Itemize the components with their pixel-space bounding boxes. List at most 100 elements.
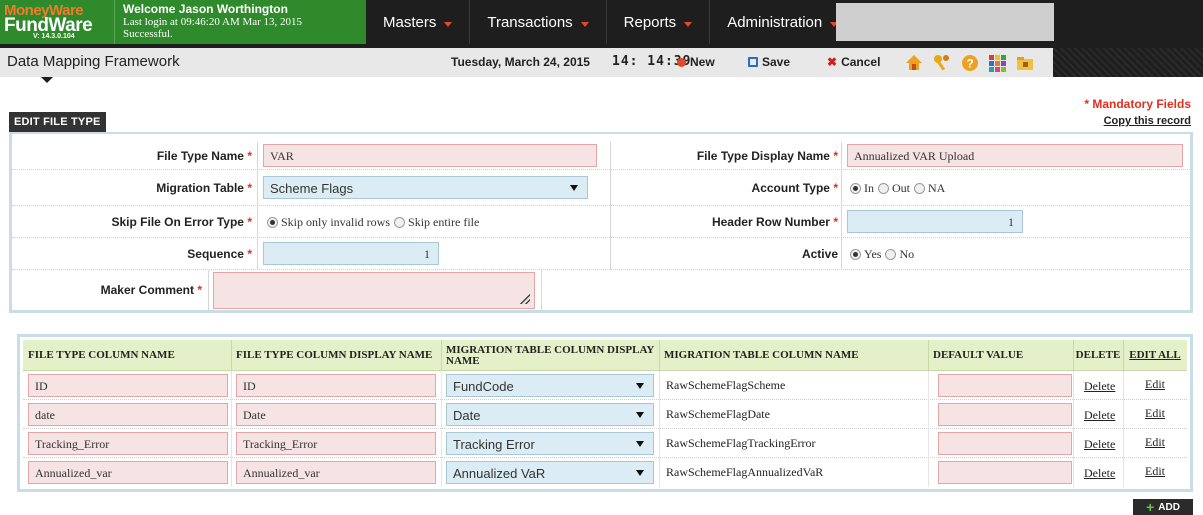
header-migration-table-column-name: MIGRATION TABLE COLUMN NAME xyxy=(664,349,859,361)
home-icon[interactable] xyxy=(904,53,924,73)
radio-unselected[interactable] xyxy=(394,217,406,228)
radio-unselected[interactable] xyxy=(878,183,889,194)
migration-table-label-text: Migration Table xyxy=(156,181,244,195)
column-divider xyxy=(441,371,442,400)
column-divider xyxy=(208,270,209,310)
skip-invalid-rows-option[interactable]: Skip only invalid rows xyxy=(267,215,390,230)
add-row-button[interactable]: + ADD xyxy=(1133,499,1193,515)
radio-unselected[interactable] xyxy=(914,183,925,194)
menu-administration-label: Administration xyxy=(727,13,823,31)
save-icon xyxy=(748,57,758,67)
column-divider xyxy=(231,400,232,429)
file-type-column-name-input[interactable]: Tracking_Error xyxy=(28,432,228,455)
new-button[interactable]: New xyxy=(677,55,715,69)
menu-masters[interactable]: Masters xyxy=(366,0,471,44)
migration-column-select[interactable]: FundCode xyxy=(446,374,654,397)
toolbar-filler xyxy=(1053,48,1203,77)
delete-link[interactable]: Delete xyxy=(1084,379,1115,394)
sequence-input[interactable]: 1 xyxy=(263,242,439,265)
file-type-column-display-name-input[interactable]: Tracking_Error xyxy=(236,432,436,455)
file-type-name-input[interactable]: VAR xyxy=(263,144,597,167)
form-row: Migration Table * Scheme Flags Account T… xyxy=(12,170,1190,206)
save-button[interactable]: Save xyxy=(748,55,790,69)
radio-unselected[interactable] xyxy=(885,249,897,260)
copy-record-link[interactable]: Copy this record xyxy=(1104,115,1191,127)
required-marker: * xyxy=(833,215,838,229)
account-type-label: Account Type * xyxy=(612,181,838,195)
file-type-column-name-input[interactable]: Annualized_var xyxy=(28,461,228,484)
delete-link[interactable]: Delete xyxy=(1084,408,1115,423)
edit-file-type-form: File Type Name * VAR File Type Display N… xyxy=(9,132,1193,313)
chevron-down-icon xyxy=(444,21,453,27)
column-divider xyxy=(1123,340,1124,371)
menu-reports[interactable]: Reports xyxy=(607,0,711,44)
edit-link[interactable]: Edit xyxy=(1145,435,1165,450)
migration-column-select[interactable]: Annualized VaR xyxy=(446,461,654,484)
delete-link[interactable]: Delete xyxy=(1084,466,1115,481)
default-value-input[interactable] xyxy=(938,461,1072,484)
cancel-button-label: Cancel xyxy=(841,55,881,69)
top-navigation-bar: MoneyWare FundWare V: 14.3.0.104 Welcome… xyxy=(0,0,1203,44)
default-value-input[interactable] xyxy=(938,374,1072,397)
account-type-na-option[interactable]: NA xyxy=(914,181,945,196)
file-type-column-display-name-input[interactable]: ID xyxy=(236,374,436,397)
column-divider xyxy=(659,458,660,487)
file-type-column-name-input[interactable]: ID xyxy=(28,374,228,397)
file-type-column-display-name-input[interactable]: Annualized_var xyxy=(236,461,436,484)
column-divider xyxy=(1073,340,1074,371)
file-type-name-label-text: File Type Name xyxy=(156,149,244,163)
column-divider xyxy=(231,340,232,371)
skip-file-on-error-label-text: Skip File On Error Type xyxy=(111,215,244,229)
maker-comment-textarea[interactable] xyxy=(213,272,535,309)
edit-link[interactable]: Edit xyxy=(1145,464,1165,479)
radio-selected[interactable] xyxy=(267,217,278,228)
table-row: date Date Date RawSchemeFlagDate Delete … xyxy=(23,400,1187,429)
header-row-number-input[interactable]: 1 xyxy=(847,210,1023,233)
default-value-input[interactable] xyxy=(938,432,1072,455)
file-type-column-display-name-input[interactable]: Date xyxy=(236,403,436,426)
table-row: ID ID FundCode RawSchemeFlagScheme Delet… xyxy=(23,371,1187,400)
help-icon[interactable]: ? xyxy=(960,53,980,73)
plus-icon: + xyxy=(1146,499,1155,515)
edit-link[interactable]: Edit xyxy=(1145,406,1165,421)
table-row: Annualized_var Annualized_var Annualized… xyxy=(23,458,1187,487)
column-divider xyxy=(659,340,660,371)
default-value-input[interactable] xyxy=(938,403,1072,426)
menu-administration[interactable]: Administration xyxy=(710,0,855,44)
menu-transactions[interactable]: Transactions xyxy=(470,0,607,44)
active-no-option[interactable]: No xyxy=(885,247,914,262)
column-divider xyxy=(441,458,442,487)
folder-lock-icon[interactable] xyxy=(1015,53,1035,73)
delete-link[interactable]: Delete xyxy=(1084,437,1115,452)
migration-table-select[interactable]: Scheme Flags xyxy=(263,176,588,199)
edit-all-link[interactable]: EDIT ALL xyxy=(1123,340,1187,371)
file-type-display-name-input[interactable]: Annualized VAR Upload xyxy=(847,144,1183,167)
sequence-label-text: Sequence xyxy=(187,247,244,261)
migration-table-value: Scheme Flags xyxy=(270,181,354,196)
account-type-out-option[interactable]: Out xyxy=(878,181,910,196)
edit-link[interactable]: Edit xyxy=(1145,377,1165,392)
account-type-in-option[interactable]: In xyxy=(850,181,874,196)
maker-comment-label: Maker Comment * xyxy=(12,283,202,297)
skip-entire-file-option[interactable]: Skip entire file xyxy=(394,215,479,230)
radio-selected[interactable] xyxy=(850,183,861,194)
skip-entire-file-label: Skip entire file xyxy=(408,215,480,229)
keys-icon[interactable] xyxy=(932,53,952,73)
mandatory-fields-note: * Mandatory Fields xyxy=(1084,97,1191,111)
cancel-icon: ✖ xyxy=(827,55,838,69)
migration-column-select[interactable]: Date xyxy=(446,403,654,426)
skip-file-on-error-label: Skip File On Error Type * xyxy=(12,215,253,229)
active-yes-option[interactable]: Yes xyxy=(850,247,881,262)
required-marker: * xyxy=(833,181,838,195)
column-divider xyxy=(1123,429,1124,458)
maker-comment-label-text: Maker Comment xyxy=(100,283,194,297)
header-file-type-column-name: FILE TYPE COLUMN NAME xyxy=(28,349,175,361)
column-divider xyxy=(231,429,232,458)
resize-handle-icon[interactable] xyxy=(520,294,530,304)
radio-selected[interactable] xyxy=(850,249,861,260)
migration-column-select[interactable]: Tracking Error xyxy=(446,432,654,455)
cancel-button[interactable]: ✖ Cancel xyxy=(827,55,880,69)
column-mapping-grid: FILE TYPE COLUMN NAME FILE TYPE COLUMN D… xyxy=(17,334,1193,492)
file-type-column-name-input[interactable]: date xyxy=(28,403,228,426)
apps-grid-icon[interactable] xyxy=(987,53,1007,73)
